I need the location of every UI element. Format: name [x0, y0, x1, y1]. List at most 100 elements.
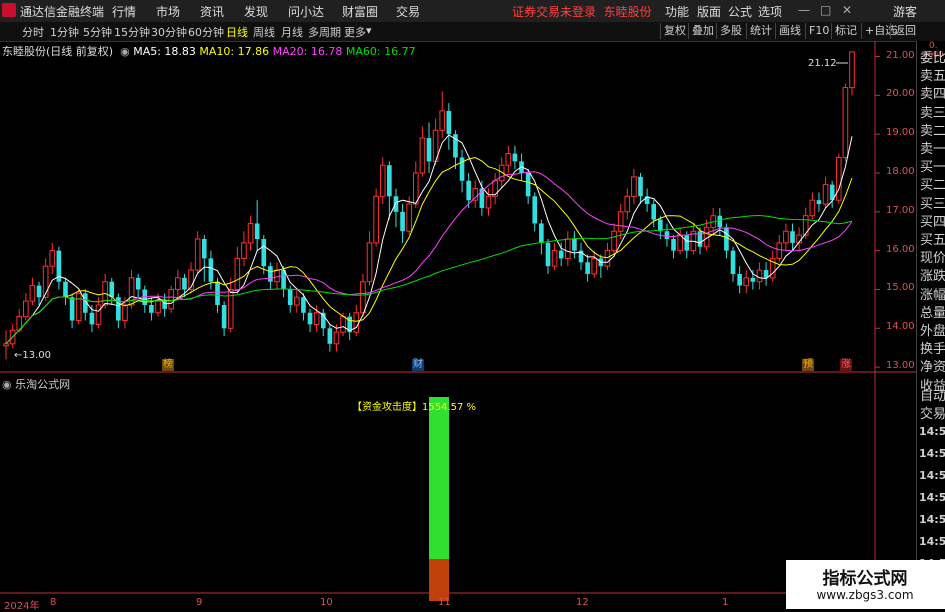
menu-item-4[interactable]: 问小达 — [288, 3, 324, 20]
time-tick-6: 1 — [722, 597, 729, 608]
period-tab-3[interactable]: 15分钟 — [114, 24, 150, 40]
event-mark-limit-up[interactable]: 涨 — [840, 359, 852, 371]
right-menu-item-0[interactable]: 功能 — [665, 3, 689, 20]
candle-body — [572, 239, 577, 251]
window-close-icon[interactable]: ✕ — [842, 3, 852, 17]
event-mark-finance[interactable]: 财 — [412, 359, 424, 371]
notice-text: 证券交易未登录 — [512, 5, 597, 19]
period-tab-10[interactable]: 更多 — [344, 24, 366, 40]
settings-icon[interactable]: ◉ — [117, 45, 130, 58]
candle-body — [783, 230, 789, 244]
toolbar-button-6[interactable]: 标记 — [831, 23, 860, 39]
period-tab-0[interactable]: 分时 — [22, 24, 44, 40]
candle-body — [254, 223, 260, 239]
candle-body — [730, 250, 736, 274]
candle-body — [849, 51, 855, 89]
candle-body — [29, 285, 36, 302]
candle-body — [809, 199, 816, 217]
stock-name-label: 东睦股份(日线 前复权) — [2, 45, 114, 58]
candle-body — [677, 234, 683, 252]
ma5-label: MA5: 18.83 — [133, 45, 196, 58]
menu-item-0[interactable]: 行情 — [112, 3, 136, 20]
candle-body — [63, 281, 68, 298]
quote-row-14: 总量 — [920, 305, 945, 321]
quote-row-7: 买二 — [920, 178, 945, 194]
period-tab-8[interactable]: 月线 — [281, 24, 303, 40]
period-tab-5[interactable]: 60分钟 — [188, 24, 224, 40]
candle-body — [439, 110, 446, 131]
candle-body — [558, 250, 564, 259]
window-min-icon[interactable]: — — [798, 3, 810, 17]
menu-item-3[interactable]: 发现 — [244, 3, 268, 20]
login-notice[interactable]: 证券交易未登录 东睦股份 — [512, 3, 652, 20]
candle-body — [307, 312, 313, 325]
indicator-bar-red — [429, 559, 449, 601]
watermark-url: www.zbgs3.com — [816, 588, 914, 602]
period-tab-7[interactable]: 周线 — [253, 24, 275, 40]
candle-body — [551, 250, 558, 267]
window-max-icon[interactable]: □ — [820, 3, 831, 17]
candle-body — [426, 138, 432, 162]
toolbar-button-2[interactable]: 多股 — [716, 23, 745, 39]
indicator-header[interactable]: ◉ 乐淘公式网 — [2, 376, 70, 392]
right-menu-item-2[interactable]: 公式 — [728, 3, 752, 20]
candle-body — [75, 292, 82, 322]
toolbar-button-5[interactable]: F10 — [805, 23, 832, 39]
candle-body — [684, 235, 690, 251]
kline-chart[interactable] — [0, 41, 916, 609]
menu-item-5[interactable]: 财富圈 — [342, 3, 378, 20]
time-tick-3: 10 — [320, 597, 333, 608]
candle-body — [400, 211, 405, 232]
ma20-label: MA20: 16.78 — [272, 45, 343, 58]
right-menu-item-1[interactable]: 版面 — [697, 3, 721, 20]
quote-row-15: 外盘 — [920, 324, 945, 339]
menu-item-6[interactable]: 交易 — [396, 3, 420, 20]
candle-body — [95, 304, 102, 325]
candle-body — [274, 269, 280, 283]
toolbar-button-3[interactable]: 统计 — [746, 23, 775, 39]
trade-time-4: 14:56 — [919, 513, 945, 526]
menu-item-1[interactable]: 市场 — [156, 3, 180, 20]
period-tab-9[interactable]: 多周期 — [308, 24, 341, 40]
candle-body — [539, 223, 544, 243]
indicator-name: 乐淘公式网 — [15, 378, 71, 391]
candle-body — [545, 242, 551, 267]
candle-body — [23, 300, 29, 318]
settings-icon[interactable]: ◉ — [2, 378, 12, 391]
candle-body — [611, 230, 617, 252]
period-toolbar: 分时 1分钟 5分钟 15分钟 30分钟 60分钟 日线 周线 月线 多周期 更多 ▾ 复权 叠加 多股 统计… — [0, 22, 945, 42]
candle-body — [353, 312, 360, 333]
candle-body — [215, 281, 220, 305]
toolbar-button-4[interactable]: 画线 — [775, 23, 804, 39]
guest-button[interactable]: 游客 — [893, 3, 917, 20]
toolbar-button-1[interactable]: 叠加 — [688, 23, 717, 39]
period-tab-6[interactable]: 日线 — [226, 24, 248, 40]
period-tab-1[interactable]: 1分钟 — [50, 24, 79, 40]
candle-body — [149, 305, 154, 313]
quote-row-3: 卖三 — [920, 105, 945, 121]
candle-body — [333, 331, 340, 345]
candle-body — [406, 203, 412, 232]
toolbar-button-8[interactable]: 返回 — [890, 23, 919, 39]
panel-tab-1[interactable]: 交易 — [920, 403, 945, 422]
trade-time-2: 14:56 — [919, 469, 945, 482]
more-chevron-icon[interactable]: ▾ — [366, 24, 372, 37]
candle-body — [835, 156, 842, 201]
quote-row-6: 买一 — [920, 160, 945, 176]
right-menu-item-3[interactable]: 选项 — [758, 3, 782, 20]
trade-time-5: 14:56 — [919, 535, 945, 548]
toolbar-button-0[interactable]: 复权 — [660, 23, 689, 39]
panel-tab-0[interactable]: 自动 — [920, 385, 945, 404]
menu-item-2[interactable]: 资讯 — [200, 3, 224, 20]
period-tab-4[interactable]: 30分钟 — [151, 24, 187, 40]
period-tab-2[interactable]: 5分钟 — [83, 24, 112, 40]
event-mark-forecast[interactable]: 预 — [802, 359, 814, 371]
candle-body — [822, 184, 829, 205]
ma60-label: MA60: 16.77 — [345, 45, 416, 58]
price-tick-0: 21.00 — [886, 49, 915, 61]
quote-side-panel: 0. 1000 委比 卖五 卖四 卖三 卖二 卖一 买一 买二 买三 买四 买五 现价 涨跌 涨幅 总量 外盘 换手… — [916, 41, 945, 609]
candle-body — [446, 110, 452, 135]
event-mark-rank[interactable]: 榜 — [162, 359, 174, 371]
quote-row-12: 涨跌 — [920, 269, 945, 285]
candle-body — [327, 328, 333, 344]
